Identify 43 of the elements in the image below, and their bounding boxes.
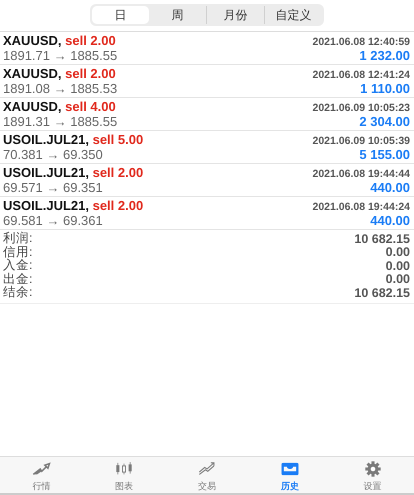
deal-prices: 1891.08 → 1885.53 <box>3 81 118 96</box>
deal-time: 2021.06.08 19:44:44 <box>312 168 410 180</box>
deal-profit: 440.00 <box>370 180 410 195</box>
period-tab[interactable]: 日 <box>92 6 149 24</box>
summary-label: 入金: <box>3 258 32 272</box>
deal-prices: 70.381 → 69.350 <box>3 147 103 162</box>
deal-title: USOIL.JUL21, sell 2.00 <box>3 165 144 180</box>
period-tab[interactable]: 自定义 <box>264 6 322 24</box>
deal-time: 2021.06.08 12:41:24 <box>312 69 410 81</box>
summary-label: 信用: <box>3 244 32 259</box>
summary-label: 出金: <box>3 271 32 286</box>
summary-label: 结余: <box>3 284 32 302</box>
deal-profit: 5 155.00 <box>359 147 410 162</box>
deal-time: 2021.06.08 19:44:24 <box>312 201 410 213</box>
nav-tab[interactable]: 行情 <box>0 457 83 493</box>
nav-tab[interactable]: 历史 <box>248 457 332 493</box>
period-tab[interactable]: 周 <box>149 6 206 24</box>
deal-profit: 2 304.00 <box>359 114 410 129</box>
nav-tab[interactable]: 图表 <box>82 457 166 493</box>
deal-prices: 1891.71 → 1885.55 <box>3 48 118 63</box>
deal-prices: 69.571 → 69.351 <box>3 180 103 195</box>
deal-time: 2021.06.09 10:05:23 <box>312 102 410 114</box>
deal-title: XAUUSD, sell 2.00 <box>3 33 116 48</box>
summary-value: 10 682.15 <box>354 286 410 300</box>
summary-value: 10 682.15 <box>354 232 410 246</box>
deal-title: XAUUSD, sell 2.00 <box>3 66 116 81</box>
deal-title: USOIL.JUL21, sell 5.00 <box>3 132 144 147</box>
deal-title: USOIL.JUL21, sell 2.00 <box>3 198 144 213</box>
summary-value: 0.00 <box>386 258 410 273</box>
nav-tab[interactable]: 交易 <box>166 457 248 493</box>
summary-label: 利润: <box>3 230 32 246</box>
summary-value: 0.00 <box>386 245 410 260</box>
deal-title: XAUUSD, sell 4.00 <box>3 99 116 114</box>
period-tab[interactable]: 月份 <box>206 6 264 24</box>
nav-tab[interactable]: 设置 <box>331 457 414 493</box>
deal-profit: 1 232.00 <box>359 48 410 63</box>
deal-time: 2021.06.08 12:40:59 <box>312 36 410 48</box>
deal-prices: 1891.31 → 1885.55 <box>3 114 118 129</box>
deal-profit: 440.00 <box>370 213 410 228</box>
deal-profit: 1 110.00 <box>360 81 410 96</box>
deal-prices: 69.581 → 69.361 <box>3 213 103 228</box>
summary-value: 0.00 <box>386 272 410 286</box>
deal-time: 2021.06.09 10:05:39 <box>312 135 410 147</box>
